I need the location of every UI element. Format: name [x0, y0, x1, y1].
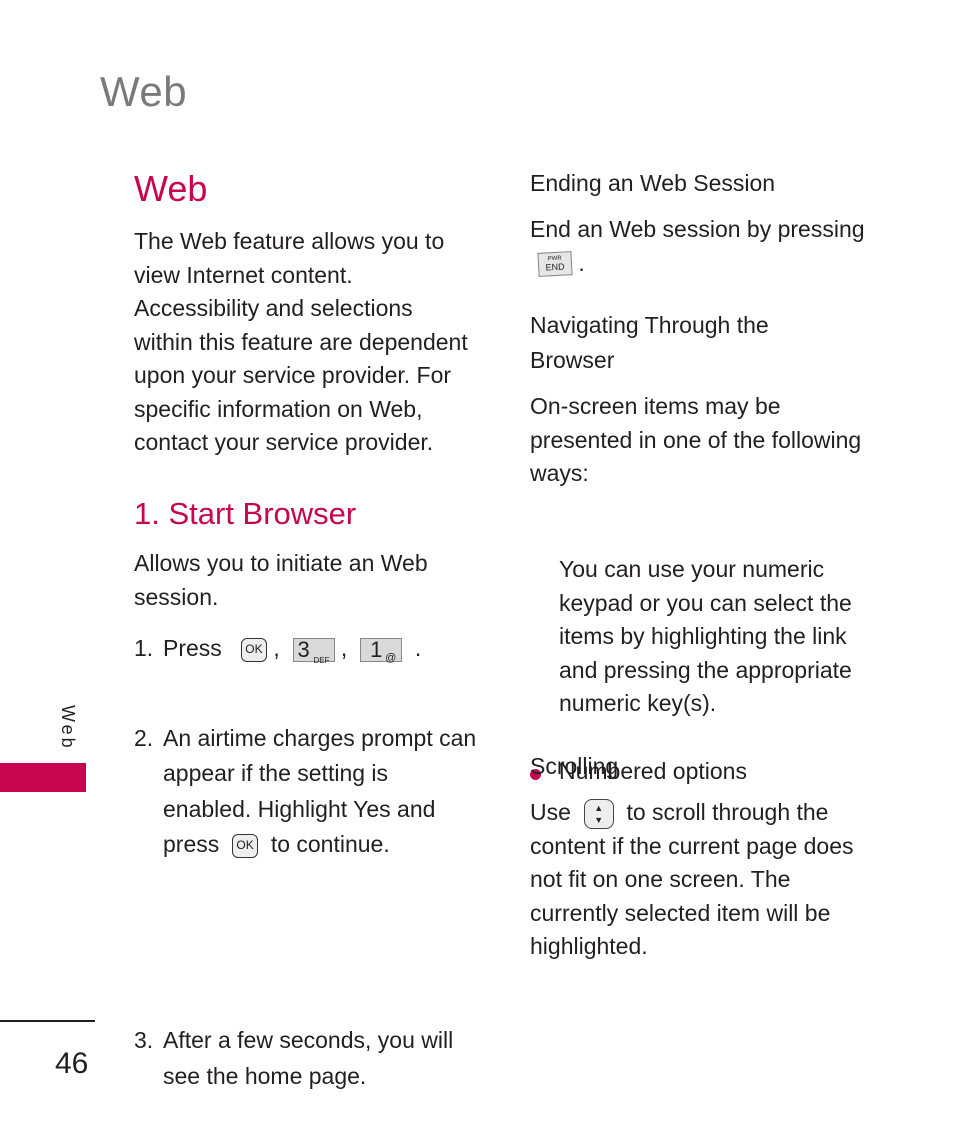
step-line: enabled. Highlight Yes and	[163, 792, 543, 828]
end-key-icon: PWR END	[537, 251, 573, 278]
body-line: not fit on one screen. The	[530, 866, 791, 892]
navigating-text: On-screen items may be presented in one …	[530, 390, 900, 491]
key-1-voicemail-icon: 1 @	[360, 636, 403, 664]
arrow-up-icon: ▲	[594, 802, 604, 813]
running-head: Web	[100, 68, 188, 115]
footer-rule	[0, 1020, 95, 1022]
step-number: 3.	[134, 1026, 154, 1053]
arrow-down-icon: ▼	[594, 814, 604, 825]
key-digit: 1	[370, 636, 383, 662]
desc-line: Allows you to initiate an Web	[134, 550, 428, 576]
body-text: Use	[530, 799, 571, 825]
numbered-options-text: You can use your numeric keypad or you c…	[559, 553, 899, 721]
section-title: Web	[134, 168, 208, 209]
step-2: 2. An airtime charges prompt can appear …	[134, 721, 543, 863]
step-3: 3. After a few seconds, you will see the…	[134, 1022, 523, 1094]
step-1: 1. Press OK , 3 DEF , 1 @ .	[134, 632, 523, 666]
body-line: ways:	[530, 460, 589, 486]
key-label-main: END	[545, 261, 565, 273]
side-tab-marker	[0, 763, 86, 792]
heading-line: Navigating Through the	[530, 312, 769, 338]
side-tab-label: Web	[58, 705, 78, 751]
ok-key-icon: OK	[240, 637, 267, 662]
intro-line: upon your service provider. For	[134, 362, 452, 388]
navigation-key-up-down-icon: ▲ ▼	[583, 798, 614, 829]
intro-paragraph: The Web feature allows you to view Inter…	[134, 225, 494, 460]
ok-key-icon: OK	[232, 833, 259, 858]
body-line: currently selected item will be	[530, 899, 831, 926]
body-line: presented in one of the following	[530, 426, 862, 453]
softkey-yes-label: Yes	[353, 795, 391, 822]
body-line: and pressing the appropriate	[559, 656, 852, 683]
intro-line: contact your service provider.	[134, 429, 434, 455]
heading-line: Browser	[530, 347, 615, 373]
step-text: and	[397, 795, 436, 822]
body-line: keypad or you can select the	[559, 589, 852, 616]
step-line: press OK to continue.	[163, 827, 543, 863]
body-line: You can use your numeric	[559, 556, 825, 582]
intro-line: Accessibility and selections	[134, 295, 413, 321]
subsection-title-start-browser: 1. Start Browser	[134, 496, 357, 531]
intro-line: specific information on Web,	[134, 395, 423, 422]
step-line: see the home page.	[163, 1062, 367, 1089]
intro-line: view Internet content.	[134, 261, 353, 288]
body-line: End an Web session by pressing	[530, 216, 865, 242]
heading-navigating: Navigating Through the Browser	[530, 308, 890, 378]
step-number: 2.	[134, 724, 154, 751]
step-text: Press	[163, 635, 222, 661]
scrolling-text: Use ▲ ▼ to scroll through the content if…	[530, 796, 900, 964]
body-line: content if the current page does	[530, 832, 854, 859]
step-number: 1.	[134, 635, 154, 661]
body-line: numeric key(s).	[559, 690, 717, 716]
body-line: highlighted.	[530, 933, 648, 959]
intro-line: within this feature are dependent	[134, 328, 468, 355]
key-letters: @	[385, 651, 397, 664]
body-line: Use ▲ ▼ to scroll through the	[530, 796, 900, 830]
body-line: items by highlighting the link	[559, 623, 847, 649]
body-line: PWR END .	[537, 247, 890, 281]
key-3-def-icon: 3 DEF	[292, 636, 335, 665]
step-text: press	[163, 831, 220, 857]
ending-session-text: End an Web session by pressing PWR END .	[530, 213, 890, 280]
desc-line: session.	[134, 583, 219, 610]
intro-line: The Web feature allows you to	[134, 228, 445, 254]
step-line: An airtime charges prompt can	[163, 724, 477, 751]
body-line: On-screen items may be	[530, 393, 781, 419]
heading-scrolling: Scrolling	[530, 753, 619, 779]
key-digit: 3	[297, 636, 310, 662]
key-letters: DEF	[313, 655, 330, 665]
step-line: appear if the setting is	[163, 760, 389, 786]
heading-ending-session: Ending an Web Session	[530, 170, 776, 196]
step-line: After a few seconds, you will	[163, 1026, 454, 1053]
step-text: enabled. Highlight	[163, 795, 348, 822]
start-browser-description: Allows you to initiate an Web session.	[134, 547, 494, 614]
body-text: to scroll through the	[626, 799, 829, 825]
step-text: to continue.	[270, 831, 390, 857]
page-number: 46	[55, 1047, 89, 1080]
